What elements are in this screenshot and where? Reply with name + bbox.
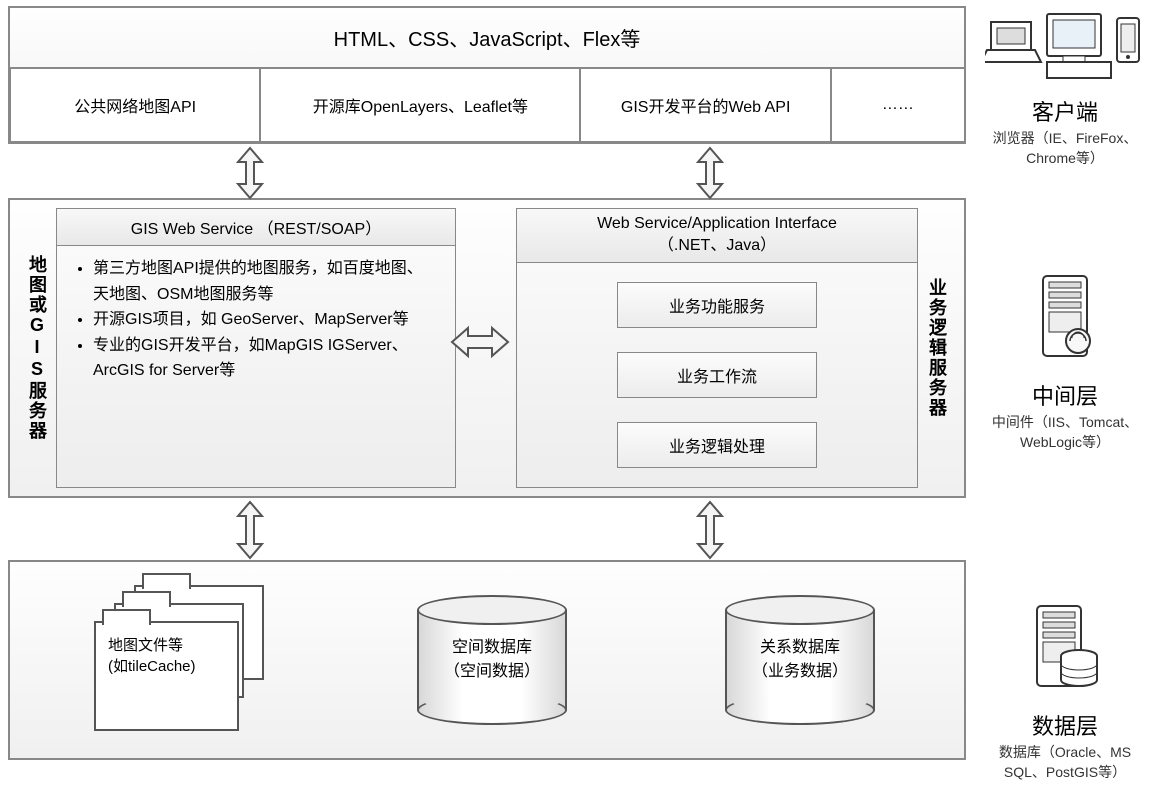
arrow-client-biz: [690, 146, 730, 200]
map-files-icon: 地图文件等 (如tileCache): [89, 585, 269, 735]
client-cell-gis-webapi: GIS开发平台的Web API: [580, 68, 830, 142]
folder-label-2: (如tileCache): [108, 658, 196, 675]
client-devices-icon: [985, 4, 1145, 84]
architecture-diagram: HTML、CSS、JavaScript、Flex等 公共网络地图API 开源库O…: [0, 0, 1155, 785]
arrow-biz-data: [690, 500, 730, 560]
folder-label-1: 地图文件等: [108, 637, 183, 654]
side-middle: 中间层 中间件（IIS、Tomcat、WebLogic等）: [980, 268, 1150, 452]
relational-db-icon: 关系数据库 （业务数据）: [715, 595, 885, 725]
side-data: 数据层 数据库（Oracle、MS SQL、PostGIS等）: [980, 598, 1150, 782]
db-server-icon: [1015, 598, 1115, 698]
side-client-title: 客户端: [980, 95, 1150, 127]
client-cell-openlayers: 开源库OpenLayers、Leaflet等: [260, 68, 580, 142]
arrow-client-gis: [230, 146, 270, 200]
biz-item-function: 业务功能服务: [617, 282, 817, 328]
client-tech-row: HTML、CSS、JavaScript、Flex等: [10, 8, 964, 68]
gis-item: 开源GIS项目，如 GeoServer、MapServer等: [93, 307, 437, 333]
business-server-label: 业务逻辑服务器: [918, 208, 956, 488]
gis-item: 专业的GIS开发平台，如MapGIS IGServer、ArcGIS for S…: [93, 333, 437, 384]
spatial-db-label-2: （空间数据）: [444, 660, 540, 684]
business-panel-header: Web Service/Application Interface （.NET、…: [517, 209, 917, 263]
gis-item: 第三方地图API提供的地图服务，如百度地图、天地图、OSM地图服务等: [93, 256, 437, 307]
client-api-row: 公共网络地图API 开源库OpenLayers、Leaflet等 GIS开发平台…: [10, 68, 964, 142]
biz-item-logic: 业务逻辑处理: [617, 422, 817, 468]
side-middle-sub: 中间件（IIS、Tomcat、WebLogic等）: [980, 413, 1150, 452]
server-icon: [1015, 268, 1115, 368]
spatial-db-icon: 空间数据库 （空间数据）: [407, 595, 577, 725]
business-panel: Web Service/Application Interface （.NET、…: [516, 208, 918, 488]
biz-item-workflow: 业务工作流: [617, 352, 817, 398]
business-panel-body: 业务功能服务 业务工作流 业务逻辑处理: [517, 263, 917, 487]
spatial-db-label-1: 空间数据库: [452, 636, 532, 660]
relational-db-label-2: （业务数据）: [752, 660, 848, 684]
gis-server-label: 地图或GIS服务器: [18, 208, 56, 488]
side-data-sub: 数据库（Oracle、MS SQL、PostGIS等）: [980, 743, 1150, 782]
arrow-gis-biz: [450, 320, 510, 364]
client-cell-more: ……: [831, 68, 964, 142]
arrow-gis-data: [230, 500, 270, 560]
side-client-sub: 浏览器（IE、FireFox、Chrome等）: [980, 129, 1150, 168]
side-data-title: 数据层: [980, 709, 1150, 741]
data-layer-box: 地图文件等 (如tileCache) 空间数据库 （空间数据） 关系数据库 （业…: [8, 560, 966, 760]
client-layer-box: HTML、CSS、JavaScript、Flex等 公共网络地图API 开源库O…: [8, 6, 966, 144]
gis-panel-header: GIS Web Service （REST/SOAP）: [57, 209, 455, 246]
gis-panel-body: 第三方地图API提供的地图服务，如百度地图、天地图、OSM地图服务等 开源GIS…: [57, 246, 455, 487]
side-middle-title: 中间层: [980, 379, 1150, 411]
side-client: 客户端 浏览器（IE、FireFox、Chrome等）: [980, 4, 1150, 168]
gis-web-service-panel: GIS Web Service （REST/SOAP） 第三方地图API提供的地…: [56, 208, 456, 488]
relational-db-label-1: 关系数据库: [760, 636, 840, 660]
biz-header-line1: Web Service/Application Interface: [597, 215, 837, 232]
biz-header-line2: （.NET、Java）: [658, 237, 776, 254]
client-cell-public-map-api: 公共网络地图API: [10, 68, 260, 142]
